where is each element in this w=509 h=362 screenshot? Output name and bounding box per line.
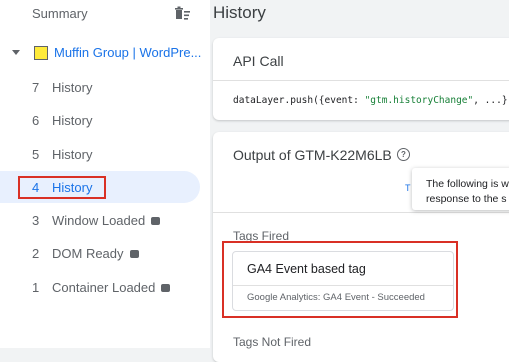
tag-icon	[129, 249, 139, 258]
event-item-2[interactable]: 2 DOM Ready	[0, 237, 200, 269]
api-call-card: API Call dataLayer.push({event: "gtm.his…	[213, 38, 509, 120]
chevron-down-icon[interactable]	[12, 50, 20, 55]
folder-icon	[34, 46, 48, 60]
event-label: History	[52, 113, 93, 128]
event-item-5[interactable]: 5 History	[0, 138, 200, 170]
event-item-1[interactable]: 1 Container Loaded	[0, 271, 200, 303]
code-event-string: "gtm.historyChange"	[364, 95, 474, 106]
event-number: 3	[32, 213, 40, 228]
page-title: History	[213, 3, 266, 22]
selected-event-highlight	[18, 176, 106, 199]
event-label: History	[52, 147, 93, 162]
event-item-7[interactable]: 7 History	[0, 71, 200, 103]
tabs-divider	[213, 212, 509, 213]
help-icon[interactable]: ?	[397, 148, 410, 161]
output-title: Output of GTM-K22M6LB	[233, 147, 392, 163]
code-prefix: dataLayer.push({event:	[233, 95, 365, 106]
divider	[213, 80, 509, 81]
event-number: 6	[32, 113, 40, 128]
event-item-6[interactable]: 6 History	[0, 104, 200, 136]
delete-all-icon[interactable]	[173, 6, 191, 22]
tag-icon	[151, 216, 161, 225]
event-label-text: Window Loaded	[52, 213, 146, 228]
event-label: DOM Ready	[52, 246, 139, 261]
tags-not-fired-heading: Tags Not Fired	[233, 335, 312, 349]
event-label: History	[52, 80, 93, 95]
help-tooltip: The following is w response to the s	[412, 168, 509, 210]
sidebar: Summary Muffin Group | WordPre... 7 Hist…	[0, 0, 210, 348]
tooltip-line-1: The following is w	[426, 178, 509, 190]
event-item-3[interactable]: 3 Window Loaded	[0, 204, 200, 236]
code-suffix: , ...})	[473, 95, 509, 106]
event-number: 2	[32, 246, 40, 261]
summary-link[interactable]: Summary	[32, 6, 88, 21]
container-group[interactable]: Muffin Group | WordPre...	[0, 43, 210, 65]
tab-tags[interactable]: T	[405, 183, 411, 193]
fired-tag-highlight	[222, 241, 458, 318]
api-call-code: dataLayer.push({event: "gtm.historyChang…	[233, 95, 509, 106]
event-number: 1	[32, 280, 40, 295]
container-group-label: Muffin Group | WordPre...	[54, 45, 202, 60]
event-number: 7	[32, 80, 40, 95]
event-number: 5	[32, 147, 40, 162]
event-label-text: Container Loaded	[52, 280, 156, 295]
tag-icon	[161, 283, 171, 292]
event-label-text: DOM Ready	[52, 246, 124, 261]
event-label: Window Loaded	[52, 213, 161, 228]
api-call-title: API Call	[233, 53, 284, 69]
event-label: Container Loaded	[52, 280, 171, 295]
tooltip-line-2: response to the s	[426, 193, 507, 205]
